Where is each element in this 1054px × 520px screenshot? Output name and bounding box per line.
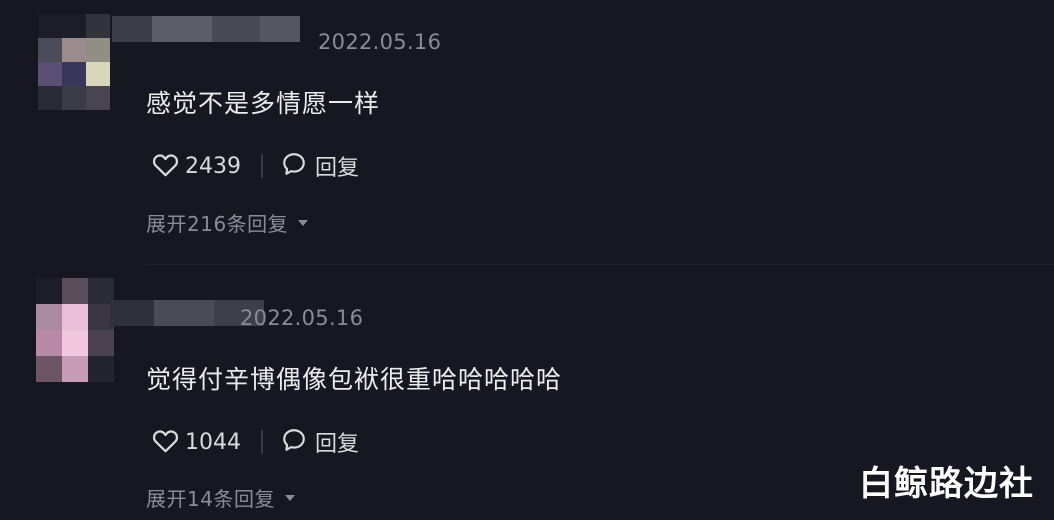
heart-outline-icon (152, 428, 179, 457)
expand-replies-button[interactable]: 展开14条回复 (146, 483, 295, 512)
comment-actions: 1044 回复 (152, 426, 359, 458)
speech-bubble-icon (281, 427, 307, 457)
comment-divider (145, 264, 1054, 265)
comment-date: 2022.05.16 (240, 306, 364, 330)
like-count: 1044 (185, 429, 241, 455)
divider (261, 430, 263, 454)
expand-replies-label: 展开14条回复 (146, 487, 275, 511)
like-button[interactable]: 1044 (152, 428, 241, 457)
watermark: 白鲸路边社 (859, 464, 1034, 504)
comment-item: 2022.05.16 觉得付辛博偶像包袱很重哈哈哈哈哈 1044 回复 展开14… (0, 0, 1054, 511)
avatar[interactable] (36, 278, 114, 382)
comment-text: 觉得付辛博偶像包袱很重哈哈哈哈哈 (146, 365, 563, 394)
reply-button[interactable]: 回复 (281, 426, 359, 458)
reply-label: 回复 (315, 432, 360, 457)
triangle-down-icon (284, 494, 295, 501)
